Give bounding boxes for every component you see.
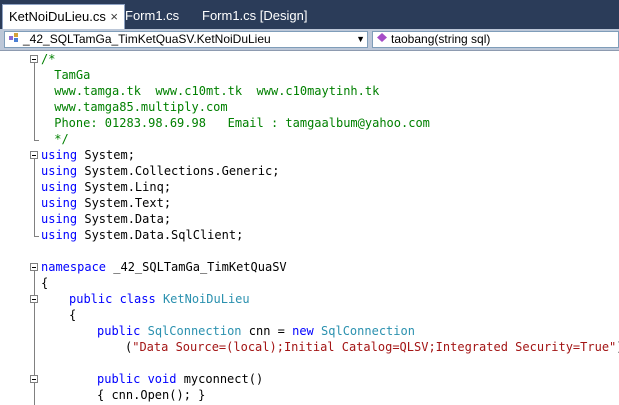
keyword: new	[292, 324, 314, 338]
code-line: using System.Data.SqlClient;	[41, 227, 243, 243]
string-literal: "Data Source=(local);Initial Catalog=QLS…	[132, 340, 617, 354]
code-line: ("Data Source=(local);Initial Catalog=QL…	[125, 339, 619, 355]
member-dropdown[interactable]: taobang(string sql)	[372, 31, 619, 48]
code-line: {	[69, 308, 77, 322]
collapse-method-icon[interactable]	[30, 375, 38, 383]
code-line: public class KetNoiDuLieu	[69, 291, 250, 307]
code-line: /*	[41, 52, 56, 66]
close-icon[interactable]: ×	[110, 5, 118, 28]
keyword: public	[97, 324, 141, 338]
code-line: www.tamga85.multiply.com	[47, 100, 228, 114]
fold-guide	[34, 63, 35, 141]
collapse-usings-icon[interactable]	[30, 151, 38, 159]
code-line: using System.Data;	[41, 211, 171, 227]
code-text: System;	[77, 148, 135, 162]
method-icon	[373, 32, 391, 47]
keyword: using	[41, 196, 78, 210]
code-line: TamGa	[47, 68, 91, 82]
code-line: Phone: 01283.98.69.98 Email : tamgaalbum…	[47, 116, 430, 130]
code-line: public SqlConnection cnn = new SqlConnec…	[97, 323, 415, 339]
code-text: System.Linq;	[77, 180, 172, 194]
keyword: using	[41, 164, 78, 178]
type-name: SqlConnection	[321, 324, 415, 338]
document-tab-strip: KetNoiDuLieu.cs × Form1.cs Form1.cs [Des…	[0, 0, 619, 29]
code-line: {	[41, 276, 49, 290]
collapse-namespace-icon[interactable]	[30, 263, 38, 271]
code-editor[interactable]: /* TamGa www.tamga.tk www.c10mt.tk www.c…	[0, 51, 619, 405]
tab-label: Form1.cs	[125, 8, 180, 23]
code-line: using System.Linq;	[41, 179, 171, 195]
tab-form1-cs[interactable]: Form1.cs	[125, 4, 179, 29]
type-dropdown[interactable]: _42_SQLTamGa_TimKetQuaSV.KetNoiDuLieu ▼	[4, 31, 368, 48]
keyword: public class	[69, 292, 156, 306]
code-text: System.Collections.Generic;	[77, 164, 280, 178]
code-text: cnn =	[241, 324, 293, 338]
tab-form1-design[interactable]: Form1.cs [Design]	[202, 4, 307, 29]
code-line: { cnn.Open(); }	[97, 388, 206, 402]
fold-guide	[34, 159, 35, 237]
chevron-down-icon[interactable]: ▼	[356, 32, 365, 47]
indicator-margin	[0, 51, 18, 405]
tab-ketnoidulieu-cs[interactable]: KetNoiDuLieu.cs ×	[2, 4, 125, 29]
collapse-class-icon[interactable]	[30, 295, 38, 303]
tab-label: Form1.cs [Design]	[202, 8, 308, 23]
collapse-comment-icon[interactable]	[30, 55, 38, 63]
code-text: System.Data;	[77, 212, 172, 226]
type-dropdown-value: _42_SQLTamGa_TimKetQuaSV.KetNoiDuLieu	[23, 32, 271, 46]
navigation-bar: _42_SQLTamGa_TimKetQuaSV.KetNoiDuLieu ▼ …	[0, 29, 619, 51]
change-bar	[18, 51, 24, 405]
code-line: namespace _42_SQLTamGa_TimKetQuaSV	[41, 259, 287, 275]
keyword: namespace	[41, 260, 107, 274]
keyword: using	[41, 148, 78, 162]
code-line: public void myconnect()	[97, 371, 263, 387]
code-text: System.Data.SqlClient;	[77, 228, 244, 242]
code-line: using System.Text;	[41, 195, 171, 211]
class-icon	[5, 32, 23, 47]
fold-guide	[34, 271, 35, 405]
type-name: KetNoiDuLieu	[162, 292, 250, 306]
type-name: SqlConnection	[147, 324, 242, 338]
fold-end	[34, 236, 39, 237]
keyword: public void	[97, 372, 177, 386]
code-text: myconnect()	[176, 372, 264, 386]
code-text: _42_SQLTamGa_TimKetQuaSV	[106, 260, 287, 274]
code-line: using System.Collections.Generic;	[41, 163, 279, 179]
code-text: System.Text;	[77, 196, 172, 210]
code-line: */	[47, 132, 69, 146]
tab-label: KetNoiDuLieu.cs	[9, 9, 106, 24]
code-line: www.tamga.tk www.c10mt.tk www.c10maytinh…	[47, 84, 380, 98]
code-line: using System;	[41, 147, 135, 163]
fold-end	[34, 140, 39, 141]
keyword: using	[41, 180, 78, 194]
member-dropdown-value: taobang(string sql)	[391, 32, 491, 46]
keyword: using	[41, 212, 78, 226]
keyword: using	[41, 228, 78, 242]
